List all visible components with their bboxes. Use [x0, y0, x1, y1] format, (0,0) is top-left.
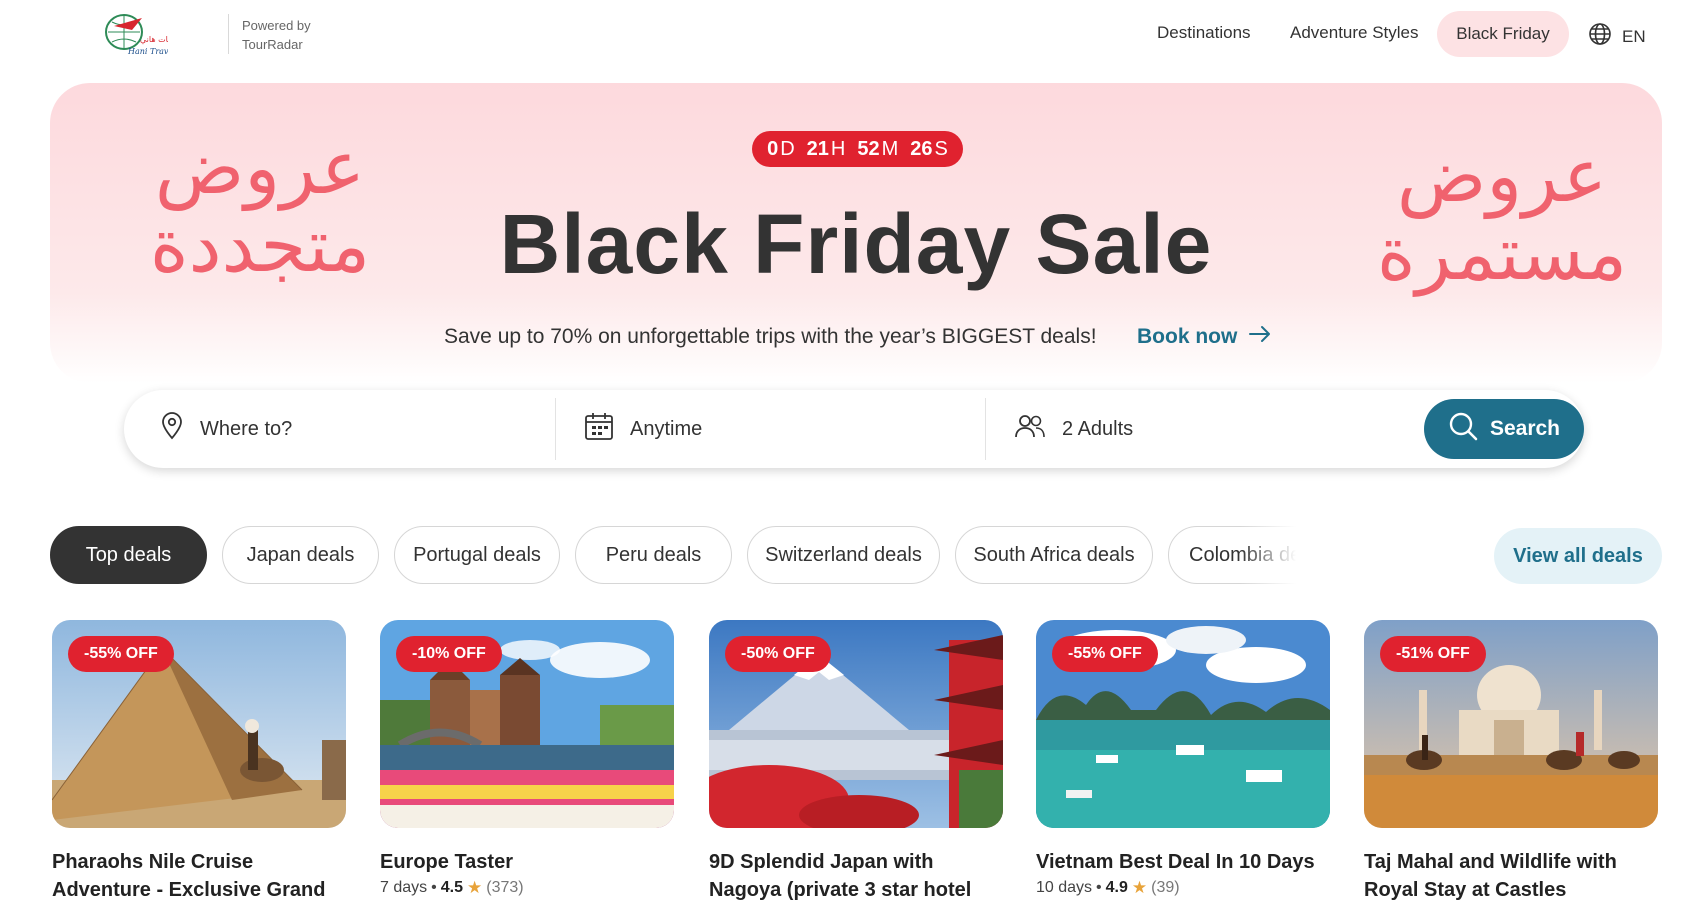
destination-field[interactable]: Where to? [160, 390, 540, 468]
view-all-deals-button[interactable]: View all deals [1494, 528, 1662, 584]
filter-south-africa-deals[interactable]: South Africa deals [955, 526, 1153, 584]
deal-reviews[interactable]: (39) [1151, 879, 1179, 897]
language-selector[interactable]: EN [1588, 22, 1646, 51]
deal-meta: 10 days • 4.9 ★ (39) [1036, 878, 1180, 897]
deal-card[interactable]: -55% OFF Vietnam Best Deal In 10 Days 10… [1036, 620, 1330, 898]
book-now-link[interactable]: Book now [1137, 325, 1271, 349]
deal-card[interactable]: -55% OFF Pharaohs Nile Cruise Adventure … [52, 620, 346, 904]
hero-title: Black Friday Sale [499, 197, 1213, 291]
deal-image-amsterdam[interactable]: -10% OFF [380, 620, 674, 828]
deal-filter-pills: Top deals Japan deals Portugal deals Per… [50, 526, 1300, 586]
countdown-timer: 0D 21 H 52 M 26 S [752, 131, 963, 167]
countdown-hours: 21 H [806, 137, 846, 160]
countdown-days: 0D [767, 137, 795, 160]
deal-card[interactable]: -50% OFF 9D Splendid Japan with Nagoya (… [709, 620, 1003, 904]
discount-badge: -55% OFF [68, 636, 174, 672]
nav-adventure-styles[interactable]: Adventure Styles [1290, 23, 1419, 43]
deal-title[interactable]: Pharaohs Nile Cruise Adventure - Exclusi… [52, 848, 346, 904]
search-divider [985, 398, 986, 460]
filter-switzerland-deals[interactable]: Switzerland deals [747, 526, 940, 584]
countdown-minutes: 52 M [857, 137, 899, 160]
svg-text:Hani Travel: Hani Travel [127, 47, 168, 56]
location-pin-icon [160, 412, 184, 446]
globe-icon [1588, 22, 1612, 51]
deal-title[interactable]: Europe Taster [380, 848, 674, 876]
travelers-field[interactable]: 2 Adults [1014, 390, 1394, 468]
deal-title[interactable]: Vietnam Best Deal In 10 Days [1036, 848, 1330, 876]
filter-portugal-deals[interactable]: Portugal deals [394, 526, 560, 584]
search-icon [1448, 411, 1478, 447]
deal-duration: 7 days [380, 879, 428, 896]
powered-by-brand: TourRadar [242, 37, 303, 52]
search-bar: Where to? Anytime 2 Adults Search [124, 390, 1584, 468]
deal-image-halong-bay[interactable]: -55% OFF [1036, 620, 1330, 828]
language-label: EN [1622, 26, 1646, 46]
star-icon: ★ [1131, 878, 1148, 897]
discount-badge: -55% OFF [1052, 636, 1158, 672]
deal-card[interactable]: -51% OFF Taj Mahal and Wildlife with Roy… [1364, 620, 1658, 904]
discount-badge: -51% OFF [1380, 636, 1486, 672]
travelers-icon [1014, 413, 1046, 445]
destination-placeholder: Where to? [200, 417, 293, 440]
site-header: سفريات هاني Hani Travel Powered by TourR… [0, 0, 1692, 70]
logo-divider [228, 14, 229, 54]
powered-by-label: Powered by [242, 18, 311, 33]
filter-peru-deals[interactable]: Peru deals [575, 526, 732, 584]
pills-fade-overlay [1240, 526, 1320, 586]
deal-meta: 7 days • 4.5 ★ (373) [380, 878, 524, 897]
travelers-value: 2 Adults [1062, 417, 1134, 440]
deal-image-pyramid[interactable]: -55% OFF [52, 620, 346, 828]
deal-card[interactable]: -10% OFF Europe Taster 7 days • 4.5 ★ (3… [380, 620, 674, 898]
calendar-icon [584, 411, 614, 447]
nav-destinations[interactable]: Destinations [1157, 23, 1251, 43]
deal-image-taj-mahal[interactable]: -51% OFF [1364, 620, 1658, 828]
deal-duration: 10 days [1036, 879, 1093, 896]
filter-top-deals[interactable]: Top deals [50, 526, 207, 584]
svg-text:سفريات هاني: سفريات هاني [140, 35, 168, 44]
filter-japan-deals[interactable]: Japan deals [222, 526, 379, 584]
arrow-right-icon [1249, 325, 1271, 349]
search-button-label: Search [1489, 417, 1561, 440]
book-now-label: Book now [1137, 325, 1238, 348]
deal-title[interactable]: Taj Mahal and Wildlife with Royal Stay a… [1364, 848, 1658, 904]
deal-rating: 4.5 [440, 879, 463, 896]
star-icon: ★ [467, 878, 483, 897]
discount-badge: -10% OFF [396, 636, 502, 672]
search-divider [555, 398, 556, 460]
nav-black-friday[interactable]: Black Friday [1437, 11, 1569, 57]
search-button[interactable]: Search [1424, 399, 1584, 459]
powered-by: Powered by TourRadar [242, 16, 311, 54]
deal-reviews[interactable]: (373) [486, 879, 523, 897]
deal-rating: 4.9 [1105, 879, 1128, 896]
discount-badge: -50% OFF [725, 636, 831, 672]
deal-image-japan[interactable]: -50% OFF [709, 620, 1003, 828]
hero-subtitle: Save up to 70% on unforgettable trips wi… [444, 325, 1097, 348]
date-field[interactable]: Anytime [584, 390, 964, 468]
countdown-seconds: 26 S [910, 137, 948, 160]
date-value: Anytime [630, 417, 703, 440]
hani-travel-logo[interactable]: سفريات هاني Hani Travel [102, 12, 186, 58]
deal-title[interactable]: 9D Splendid Japan with Nagoya (private 3… [709, 848, 1003, 904]
